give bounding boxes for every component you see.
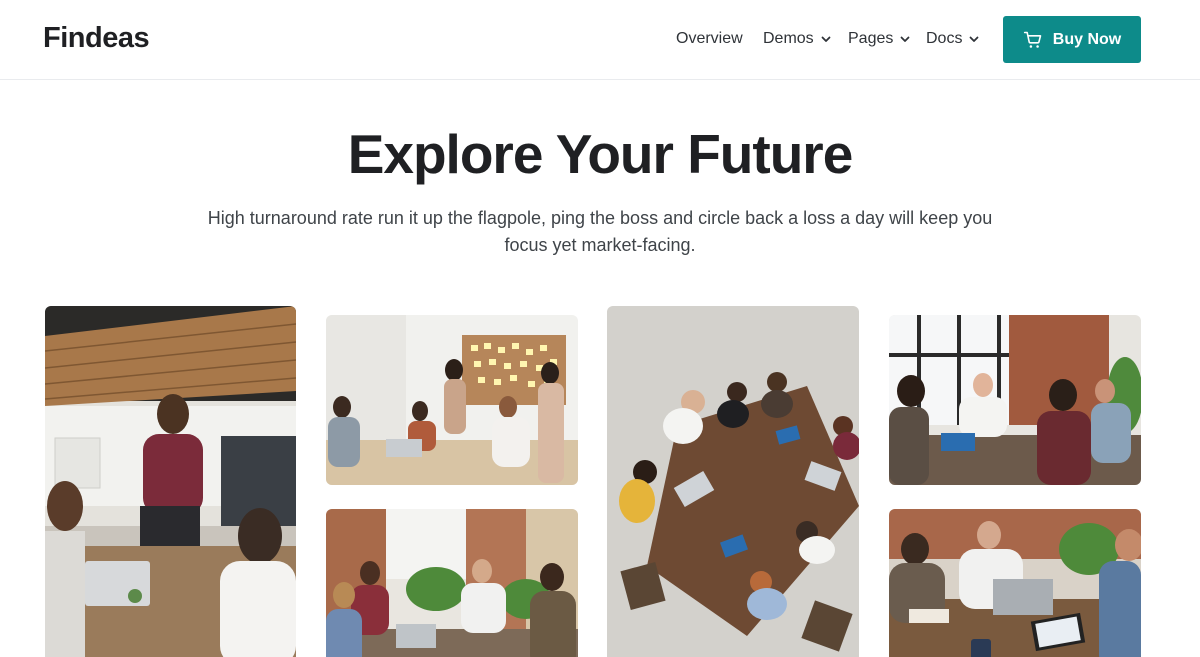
gallery-image-brick-meeting[interactable] <box>326 509 578 657</box>
chevron-down-icon <box>970 36 979 42</box>
nav-demos-label: Demos <box>763 30 814 47</box>
photo-laptop-tablet <box>889 509 1141 657</box>
nav-overview[interactable]: Overview <box>676 30 743 48</box>
gallery-image-team-tablet[interactable] <box>889 315 1141 485</box>
top-navbar: Findeas Overview Demos Pages Docs Buy No… <box>0 0 1200 80</box>
gallery-image-laptop-tablet[interactable] <box>889 509 1141 657</box>
photo-team-tablet <box>889 315 1141 485</box>
gallery-image-overhead-handshake[interactable] <box>607 306 859 657</box>
nav-demos[interactable]: Demos <box>763 30 832 48</box>
nav-pages-label: Pages <box>848 30 894 47</box>
photo-brick-meeting <box>326 509 578 657</box>
gallery-image-presenter[interactable] <box>45 306 296 657</box>
chevron-down-icon <box>900 36 910 42</box>
photo-presenter <box>45 306 296 657</box>
hero-subtitle: High turnaround rate run it up the flagp… <box>207 208 993 255</box>
cart-icon <box>1023 31 1042 48</box>
nav-docs[interactable]: Docs <box>926 30 980 48</box>
buy-now-button[interactable]: Buy Now <box>1003 16 1141 63</box>
hero-title: Explore Your Future <box>347 123 854 185</box>
buy-now-label: Buy Now <box>1052 30 1122 48</box>
brand-logo[interactable]: Findeas <box>43 22 150 55</box>
photo-overhead-handshake <box>607 306 859 657</box>
nav-docs-label: Docs <box>926 30 963 47</box>
nav-overview-label: Overview <box>676 30 743 47</box>
nav-pages[interactable]: Pages <box>848 30 911 48</box>
gallery-image-corkboard[interactable] <box>326 315 578 485</box>
chevron-down-icon <box>821 36 831 42</box>
photo-corkboard <box>326 315 578 485</box>
